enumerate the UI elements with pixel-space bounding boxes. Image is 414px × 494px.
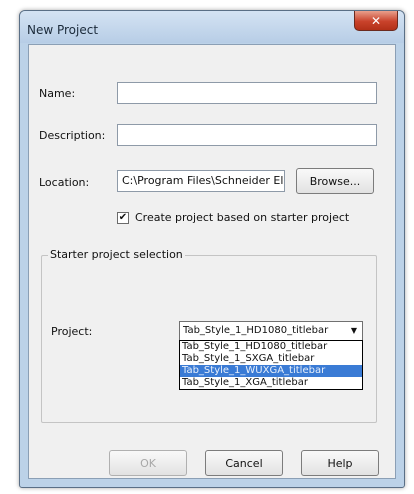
new-project-dialog: New Project ✕ Name: Description: Locatio… bbox=[19, 10, 405, 488]
checkmark-icon: ✔ bbox=[118, 212, 128, 223]
cancel-button-label: Cancel bbox=[225, 456, 263, 470]
cancel-button[interactable]: Cancel bbox=[205, 450, 283, 476]
browse-button-label: Browse... bbox=[309, 174, 361, 188]
close-button[interactable]: ✕ bbox=[354, 11, 398, 31]
dialog-body: Name: Description: Location: C:\Program … bbox=[28, 44, 396, 479]
title-bar[interactable]: New Project ✕ bbox=[20, 11, 404, 43]
project-select[interactable]: Tab_Style_1_HD1080_titlebar ▼ bbox=[179, 321, 363, 341]
chevron-down-icon[interactable]: ▼ bbox=[348, 324, 360, 338]
help-button[interactable]: Help bbox=[301, 450, 379, 476]
location-label: Location: bbox=[39, 176, 90, 189]
location-input[interactable]: C:\Program Files\Schneider Ele bbox=[117, 170, 285, 192]
dropdown-option[interactable]: Tab_Style_1_SXGA_titlebar bbox=[180, 353, 362, 365]
description-label: Description: bbox=[39, 129, 106, 142]
name-label: Name: bbox=[39, 87, 76, 100]
name-input[interactable] bbox=[117, 82, 377, 104]
ok-button[interactable]: OK bbox=[109, 450, 187, 476]
dropdown-option[interactable]: Tab_Style_1_HD1080_titlebar bbox=[180, 341, 362, 353]
starter-project-checkbox-label[interactable]: Create project based on starter project bbox=[135, 211, 349, 224]
starter-group-title: Starter project selection bbox=[48, 248, 185, 261]
dropdown-option[interactable]: Tab_Style_1_WUXGA_titlebar bbox=[180, 365, 362, 377]
project-label: Project: bbox=[51, 325, 93, 338]
dialog-title: New Project bbox=[27, 23, 99, 37]
browse-button[interactable]: Browse... bbox=[296, 168, 374, 194]
project-select-value: Tab_Style_1_HD1080_titlebar bbox=[183, 325, 329, 336]
starter-project-checkbox[interactable]: ✔ bbox=[117, 212, 129, 224]
description-input[interactable] bbox=[117, 124, 377, 146]
help-button-label: Help bbox=[327, 456, 353, 470]
dropdown-option[interactable]: Tab_Style_1_XGA_titlebar bbox=[180, 377, 362, 389]
project-dropdown-list: Tab_Style_1_HD1080_titlebar Tab_Style_1_… bbox=[179, 340, 363, 390]
close-icon: ✕ bbox=[370, 13, 382, 28]
ok-button-label: OK bbox=[140, 456, 156, 470]
